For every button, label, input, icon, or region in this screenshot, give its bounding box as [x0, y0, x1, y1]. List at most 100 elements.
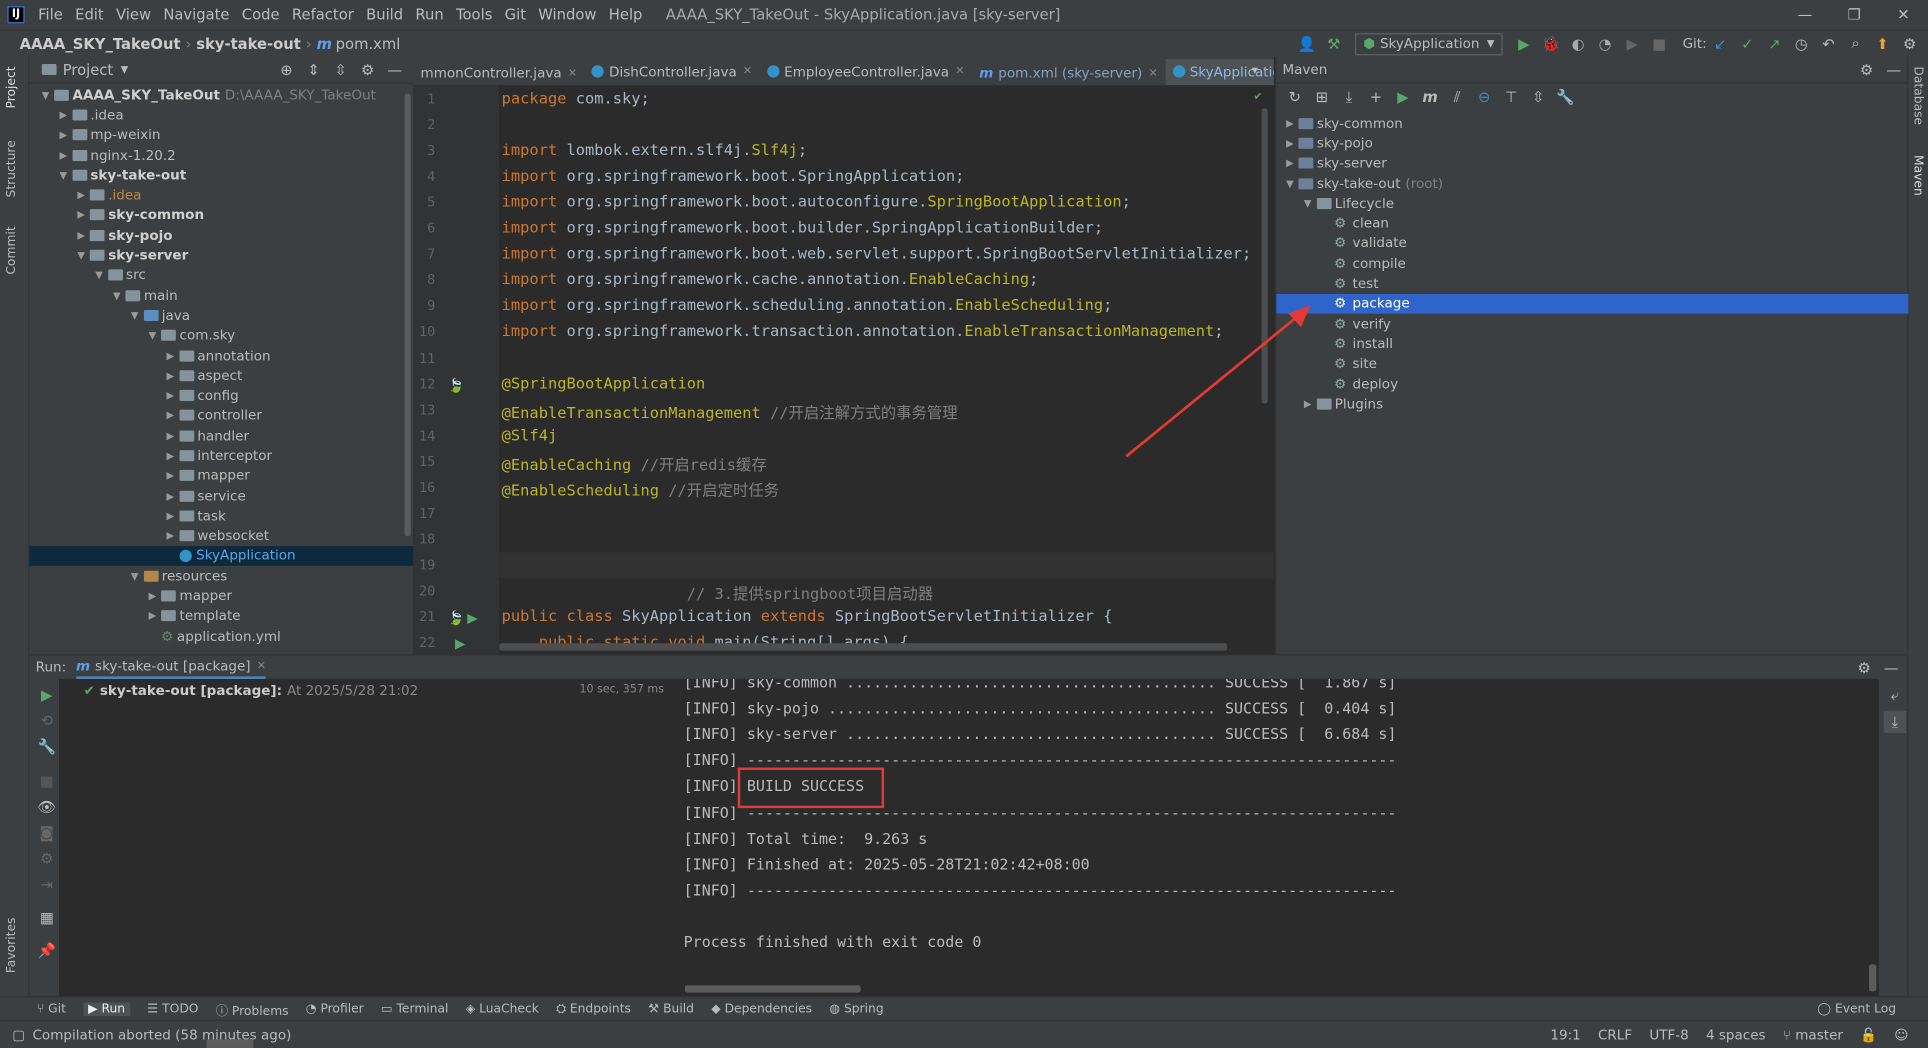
project-tree-item[interactable]: ▶ sky-pojo: [30, 225, 414, 245]
console-h-scrollbar[interactable]: [684, 985, 861, 993]
editor-h-scrollbar[interactable]: [499, 643, 1228, 651]
tool-button-problems[interactable]: ⓘ Problems: [216, 999, 289, 1018]
inspection-ok-icon[interactable]: ✔: [1254, 90, 1261, 104]
tool-button-build[interactable]: ⚒ Build: [648, 1002, 694, 1016]
maven-tree-item[interactable]: ⚙ package: [1276, 293, 1909, 314]
tool-button-spring[interactable]: ◍ Spring: [829, 1002, 883, 1016]
expand-arrow-icon[interactable]: ▶: [162, 350, 179, 361]
expand-arrow-icon[interactable]: ▶: [162, 410, 179, 421]
run-gutter-icon[interactable]: ▶: [455, 637, 465, 651]
maven-tree-item[interactable]: ⚙ compile: [1276, 253, 1908, 273]
close-icon[interactable]: ✕: [257, 660, 266, 672]
project-tree-item[interactable]: ▼ sky-server: [30, 245, 414, 265]
indent-setting[interactable]: 4 spaces: [1706, 1026, 1766, 1042]
expand-arrow-icon[interactable]: ▼: [108, 290, 125, 301]
maven-tree-item[interactable]: ⚙ deploy: [1276, 374, 1908, 394]
locate-icon[interactable]: ⊕: [275, 58, 297, 80]
profile-icon[interactable]: ◔: [1594, 33, 1616, 55]
search-icon[interactable]: ⌕: [1844, 33, 1866, 55]
menu-refactor[interactable]: Refactor: [286, 6, 360, 23]
git-commit-icon[interactable]: ✓: [1736, 33, 1758, 55]
project-tree-item[interactable]: ▶ interceptor: [30, 446, 414, 466]
close-icon[interactable]: ✕: [955, 65, 964, 77]
debug-icon[interactable]: 🐞: [1540, 33, 1562, 55]
expand-arrow-icon[interactable]: ▼: [1299, 198, 1316, 209]
download-icon[interactable]: ⤓: [1338, 86, 1360, 108]
project-tree-item[interactable]: ⚙ application.yml: [30, 626, 414, 646]
project-tree-item[interactable]: ▶ websocket: [30, 526, 414, 546]
project-tree-item[interactable]: ▼ AAAA_SKY_TakeOut D:\AAAA_SKY_TakeOut: [30, 85, 414, 105]
eye-icon[interactable]: 👁: [36, 796, 58, 818]
expand-arrow-icon[interactable]: ▶: [73, 190, 90, 201]
expand-arrow-icon[interactable]: ▼: [73, 250, 90, 261]
project-tree-item[interactable]: ▶ task: [30, 506, 414, 526]
close-icon[interactable]: ✕: [743, 65, 752, 77]
maven-tree-item[interactable]: ⚙ verify: [1276, 314, 1908, 334]
maven-tree-item[interactable]: ▶ sky-server: [1276, 153, 1908, 173]
expand-arrow-icon[interactable]: ▶: [144, 611, 161, 622]
expand-arrow-icon[interactable]: ▶: [73, 210, 90, 221]
reload-icon[interactable]: ↻: [1284, 86, 1306, 108]
maximize-button[interactable]: ❐: [1830, 6, 1879, 23]
memory-icon[interactable]: ☺: [1894, 1026, 1908, 1042]
close-button[interactable]: ✕: [1879, 6, 1928, 23]
status-toggle-icon[interactable]: ▢: [12, 1026, 25, 1042]
lock-icon[interactable]: 🔓: [1860, 1026, 1877, 1042]
tool-tab-project[interactable]: Project: [5, 66, 19, 108]
pin-icon[interactable]: 📌: [36, 940, 58, 962]
expand-arrow-icon[interactable]: ▶: [162, 450, 179, 461]
toggle-icon[interactable]: ⟲: [36, 710, 58, 732]
show-dependencies-icon[interactable]: ⊤: [1500, 86, 1522, 108]
maven-tree-item[interactable]: ▶ sky-pojo: [1276, 133, 1908, 153]
breadcrumb-module[interactable]: sky-take-out: [196, 35, 301, 52]
soft-wrap-icon[interactable]: ⤶: [1884, 684, 1906, 706]
project-tree-item[interactable]: ▼ resources: [30, 566, 414, 586]
editor-tab[interactable]: EmployeeController.java ✕: [760, 57, 972, 85]
run-config-select[interactable]: ⬢ SkyApplication ▼: [1354, 32, 1504, 55]
wrench-icon[interactable]: 🔧: [1554, 86, 1576, 108]
expand-arrow-icon[interactable]: ▶: [55, 129, 72, 140]
maven-tree-item[interactable]: ⚙ install: [1276, 334, 1908, 354]
expand-arrow-icon[interactable]: ▶: [162, 370, 179, 381]
gear-icon[interactable]: ⚙: [1853, 656, 1875, 678]
tool-button-terminal[interactable]: ▭ Terminal: [381, 1002, 449, 1016]
maven-tree-item[interactable]: ⚙ clean: [1276, 213, 1908, 233]
expand-arrow-icon[interactable]: ▶: [55, 109, 72, 120]
collapse-all-icon[interactable]: ⇳: [330, 58, 352, 80]
hide-icon[interactable]: —: [384, 58, 406, 80]
project-view-select[interactable]: Project: [63, 61, 113, 78]
run-icon[interactable]: ▶: [1513, 33, 1535, 55]
run-icon[interactable]: ▶: [1392, 86, 1414, 108]
expand-arrow-icon[interactable]: ▶: [144, 590, 161, 601]
expand-arrow-icon[interactable]: ▼: [55, 170, 72, 181]
expand-arrow-icon[interactable]: ▶: [162, 530, 179, 541]
menu-run[interactable]: Run: [409, 6, 450, 23]
menu-edit[interactable]: Edit: [69, 6, 110, 23]
generate-sources-icon[interactable]: ⊞: [1311, 86, 1333, 108]
menu-tools[interactable]: Tools: [450, 6, 499, 23]
expand-arrow-icon[interactable]: ▶: [162, 470, 179, 481]
tool-tab-database[interactable]: Database: [1911, 66, 1925, 125]
project-tree-item[interactable]: ▶ controller: [30, 406, 414, 426]
menu-code[interactable]: Code: [236, 6, 286, 23]
tool-tab-commit[interactable]: Commit: [5, 226, 19, 274]
expand-arrow-icon[interactable]: ▶: [162, 390, 179, 401]
run-result-item[interactable]: ✔ sky-take-out [package]: At 2025/5/28 2…: [59, 679, 669, 701]
build-hammer-icon[interactable]: ⚒: [1323, 33, 1345, 55]
tool-button-dependencies[interactable]: ◆ Dependencies: [711, 1002, 812, 1016]
project-scrollbar[interactable]: [404, 93, 411, 537]
tool-button-endpoints[interactable]: ⛭ Endpoints: [556, 1002, 631, 1016]
menu-help[interactable]: Help: [603, 6, 649, 23]
tool-tab-structure[interactable]: Structure: [5, 140, 19, 197]
project-tree-item[interactable]: ▼ src: [30, 265, 414, 285]
caret-position[interactable]: 19:1: [1550, 1026, 1580, 1042]
project-tree-item[interactable]: ▶ mapper: [30, 466, 414, 486]
maven-tree-item[interactable]: ⚙ site: [1276, 354, 1908, 374]
project-tree-item[interactable]: ▼ com.sky: [30, 325, 414, 345]
console-v-scrollbar[interactable]: [1868, 964, 1877, 992]
tool-button-git[interactable]: ⑂ Git: [37, 1002, 66, 1016]
expand-arrow-icon[interactable]: ▶: [162, 510, 179, 521]
project-tree-item[interactable]: ▶ annotation: [30, 345, 414, 365]
project-tree-item[interactable]: ▼ java: [30, 305, 414, 325]
rerun-icon[interactable]: ▶: [36, 684, 58, 706]
